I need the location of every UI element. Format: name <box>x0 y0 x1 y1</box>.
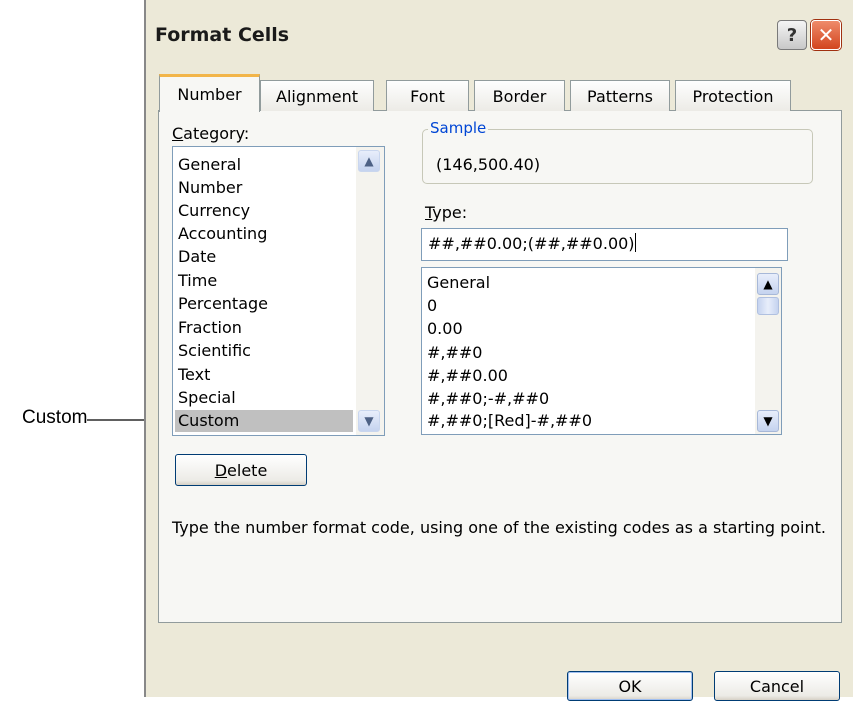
category-item-percentage[interactable]: Percentage <box>178 294 268 313</box>
type-item[interactable]: 0.00 <box>427 319 463 338</box>
tab-patterns[interactable]: Patterns <box>570 80 670 111</box>
category-item-custom[interactable]: Custom <box>178 411 239 430</box>
sample-legend: Sample <box>428 119 489 137</box>
scroll-thumb[interactable] <box>757 297 779 315</box>
sample-value: (146,500.40) <box>436 155 541 174</box>
instruction-text: Type the number format code, using one o… <box>172 518 826 537</box>
tab-number[interactable]: Number <box>159 74 260 112</box>
chevron-down-icon[interactable]: ▼ <box>358 410 380 432</box>
tab-font[interactable]: Font <box>386 80 469 111</box>
type-item[interactable]: 0 <box>427 296 437 315</box>
category-item-number[interactable]: Number <box>178 178 242 197</box>
chevron-up-icon[interactable]: ▲ <box>757 273 779 295</box>
category-scrollbar[interactable] <box>356 147 384 435</box>
category-item-text[interactable]: Text <box>178 365 210 384</box>
type-input-value: ##,##0.00;(##,##0.00) <box>428 234 635 253</box>
category-item-currency[interactable]: Currency <box>178 201 250 220</box>
type-label: Type: <box>425 203 468 222</box>
tab-protection[interactable]: Protection <box>675 80 791 111</box>
category-item-date[interactable]: Date <box>178 247 216 266</box>
text-caret <box>634 233 636 252</box>
category-item-fraction[interactable]: Fraction <box>178 318 242 337</box>
category-item-special[interactable]: Special <box>178 388 236 407</box>
category-item-scientific[interactable]: Scientific <box>178 341 251 360</box>
category-label: Category: <box>172 124 250 143</box>
type-item[interactable]: #,##0 <box>427 343 482 362</box>
category-item-accounting[interactable]: Accounting <box>178 224 267 243</box>
type-input[interactable]: ##,##0.00;(##,##0.00) <box>421 228 788 261</box>
chevron-up-icon[interactable]: ▲ <box>358 150 380 172</box>
delete-button[interactable]: Delete <box>175 454 307 486</box>
category-item-time[interactable]: Time <box>178 271 217 290</box>
category-item-general[interactable]: General <box>178 155 241 174</box>
tab-border[interactable]: Border <box>474 80 565 111</box>
chevron-down-icon[interactable]: ▼ <box>757 410 779 432</box>
help-button[interactable]: ? <box>777 20 807 50</box>
type-item[interactable]: General <box>427 273 490 292</box>
tab-alignment[interactable]: Alignment <box>260 80 374 111</box>
close-button[interactable]: ✕ <box>811 20 841 50</box>
dialog-title: Format Cells <box>155 24 290 46</box>
type-item[interactable]: #,##0;-#,##0 <box>427 389 549 408</box>
type-item[interactable]: #,##0;[Red]-#,##0 <box>427 411 592 430</box>
type-item[interactable]: #,##0.00 <box>427 366 508 385</box>
